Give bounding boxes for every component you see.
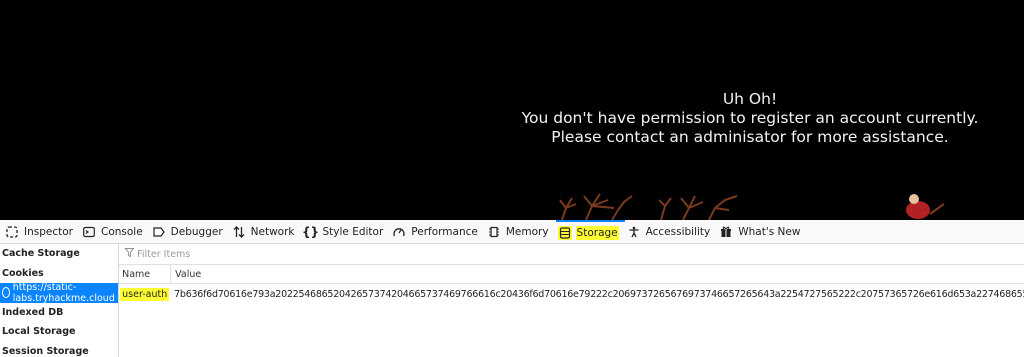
table-row[interactable]: user-auth 7b636f6d70616e793a202254686520…	[119, 284, 1024, 304]
tab-memory[interactable]: Memory	[485, 220, 556, 244]
storage-panel: Cache Storage Cookies https://static-lab…	[0, 244, 1024, 357]
sidebar-item-cookies[interactable]: Cookies	[0, 264, 118, 284]
accessibility-icon	[627, 225, 641, 239]
console-icon	[82, 225, 96, 239]
storage-table: Filter Items Name Value user-auth 7b636f…	[119, 244, 1024, 357]
web-page: Uh Oh! You don't have permission to regi…	[0, 0, 1024, 220]
reindeer-icon	[658, 195, 738, 220]
sidebar-item-session-storage[interactable]: Session Storage	[0, 342, 118, 357]
gift-icon	[719, 225, 733, 239]
table-header: Name Value	[119, 265, 1024, 284]
tab-label: Storage	[575, 225, 619, 240]
storage-icon	[557, 225, 572, 240]
sidebar-item-label: Session Storage	[2, 345, 89, 357]
memory-icon	[487, 225, 501, 239]
filter-placeholder: Filter Items	[137, 248, 191, 260]
globe-icon	[2, 287, 10, 299]
reindeer-icon	[559, 193, 633, 220]
tab-label: What's New	[738, 225, 801, 238]
permission-message: Uh Oh! You don't have permission to regi…	[505, 90, 995, 147]
tab-accessibility[interactable]: Accessibility	[625, 220, 718, 244]
sidebar-item-cookie-origin[interactable]: https://static-labs.tryhackme.cloud	[0, 281, 119, 304]
message-title: Uh Oh!	[722, 90, 778, 108]
tab-inspector[interactable]: Inspector	[3, 220, 80, 244]
message-line-contact: Please contact an adminisator for more a…	[551, 128, 949, 146]
sidebar-item-label: Local Storage	[2, 326, 76, 338]
sidebar-item-indexed-db[interactable]: Indexed DB	[0, 303, 118, 323]
inspector-icon	[5, 225, 19, 239]
column-header-value[interactable]: Value	[171, 265, 201, 283]
tab-style-editor[interactable]: {} Style Editor	[302, 220, 391, 244]
style-editor-icon: {}	[301, 224, 320, 239]
devtools-toolbar: Inspector Console Debugger Network {} St…	[0, 219, 1024, 244]
tab-label: Console	[100, 225, 143, 238]
devtools-panel: Inspector Console Debugger Network {} St…	[0, 219, 1024, 357]
cookie-name-cell[interactable]: user-auth	[119, 284, 171, 304]
cookie-name: user-auth	[120, 287, 170, 301]
sidebar-item-label: Cookies	[2, 267, 44, 279]
filter-icon	[124, 248, 135, 260]
tab-network[interactable]: Network	[230, 220, 302, 244]
tab-storage[interactable]: Storage	[555, 219, 625, 244]
sleigh-icon	[906, 194, 945, 219]
filter-input[interactable]: Filter Items	[119, 244, 1024, 265]
tab-label: Style Editor	[322, 225, 384, 238]
tab-label: Performance	[411, 225, 478, 238]
performance-icon	[392, 225, 406, 239]
tab-label: Network	[250, 225, 295, 238]
network-icon	[232, 225, 246, 239]
tab-label: Accessibility	[645, 225, 711, 238]
tab-console[interactable]: Console	[80, 220, 150, 244]
sidebar-item-label: Cache Storage	[2, 248, 80, 260]
cookie-value-cell[interactable]: 7b636f6d70616e793a2022546865204265737420…	[171, 289, 1024, 300]
debugger-icon	[152, 225, 166, 239]
sidebar-item-local-storage[interactable]: Local Storage	[0, 322, 118, 342]
tab-debugger[interactable]: Debugger	[150, 220, 230, 244]
sidebar-item-cache-storage[interactable]: Cache Storage	[0, 244, 118, 264]
tab-label: Debugger	[170, 225, 223, 238]
tab-whats-new[interactable]: What's New	[717, 220, 807, 244]
tab-label: Memory	[505, 225, 549, 238]
sidebar-item-label: Indexed DB	[2, 306, 64, 318]
tab-performance[interactable]: Performance	[390, 220, 485, 244]
column-header-name[interactable]: Name	[119, 265, 172, 283]
message-line-permission: You don't have permission to register an…	[521, 109, 979, 127]
sidebar-item-label: https://static-labs.tryhackme.cloud	[12, 281, 115, 304]
storage-sidebar: Cache Storage Cookies https://static-lab…	[0, 244, 120, 357]
tab-label: Inspector	[24, 225, 73, 238]
